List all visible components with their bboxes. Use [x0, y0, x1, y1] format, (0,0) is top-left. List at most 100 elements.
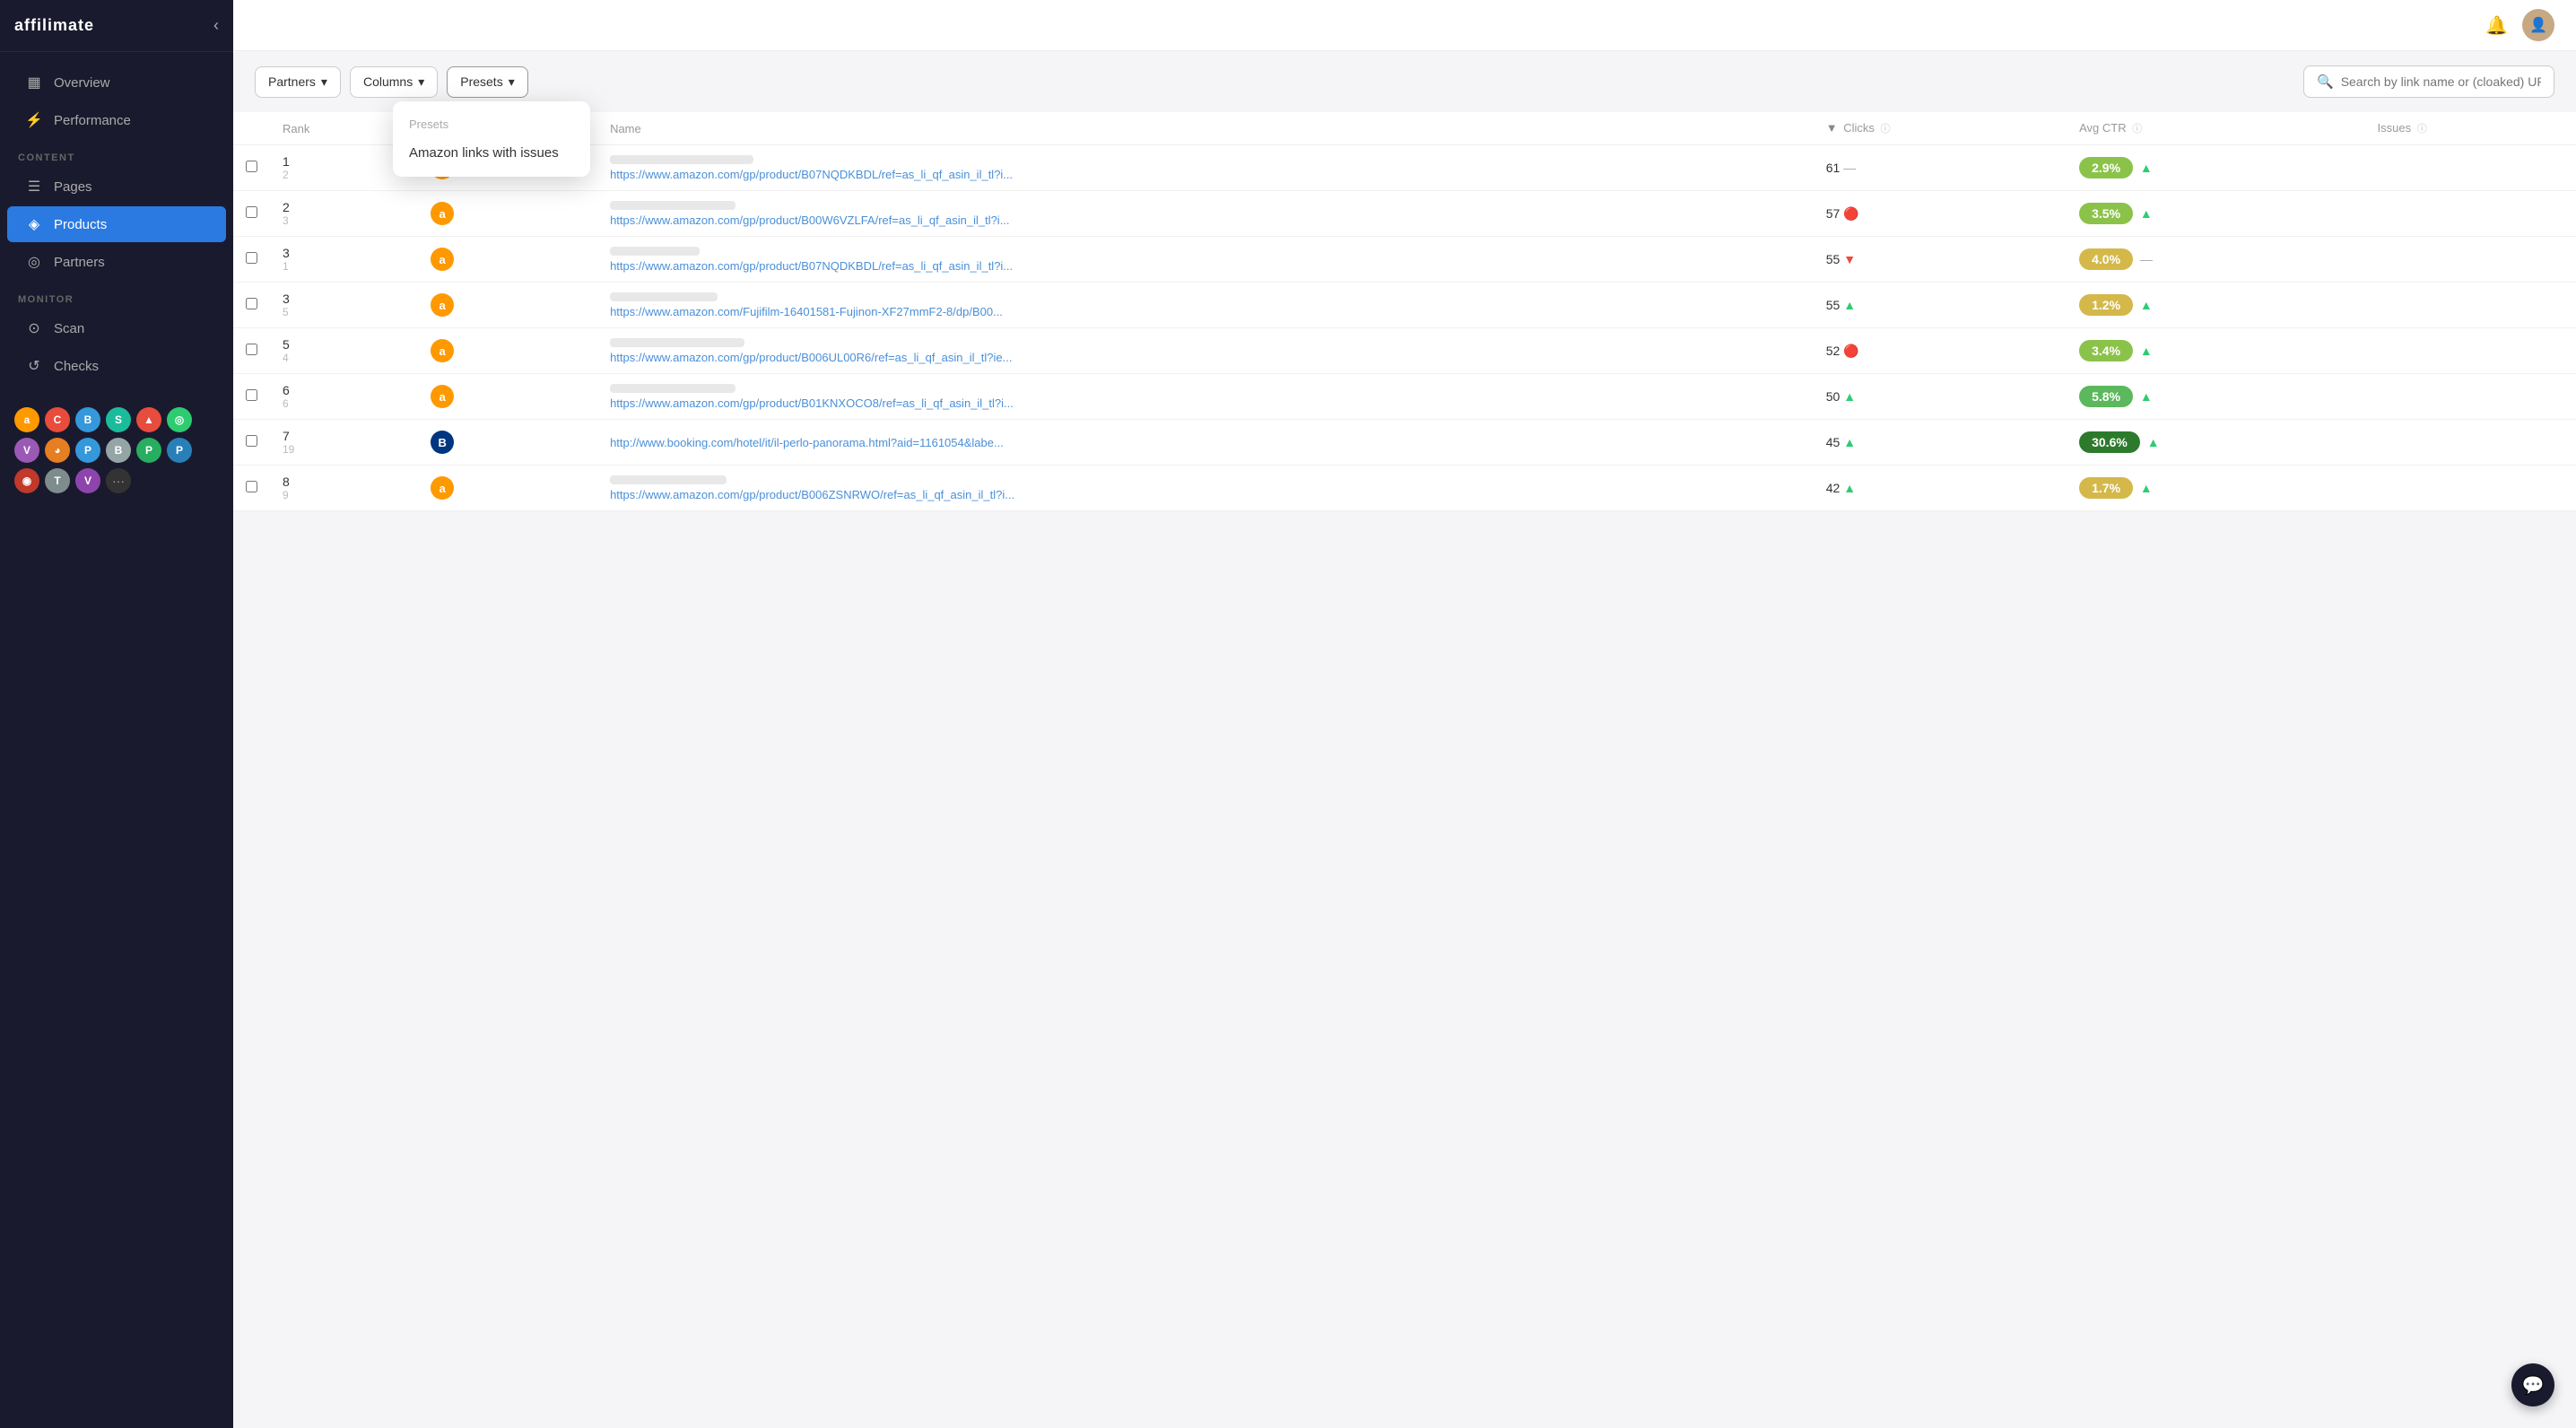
row-issues [2365, 420, 2576, 466]
row-issues [2365, 283, 2576, 328]
row-url-link[interactable]: http://www.booking.com/hotel/it/il-perlo… [610, 436, 1058, 449]
row-url-link[interactable]: https://www.amazon.com/gp/product/B006ZS… [610, 488, 1058, 501]
dropdown-item-amazon-issues[interactable]: Amazon links with issues [393, 136, 590, 170]
row-partner: a [418, 374, 597, 420]
row-ctr: 30.6% ▲ [2067, 420, 2364, 466]
partner-icon-2[interactable]: C [45, 407, 70, 432]
presets-dropdown: Presets Amazon links with issues [393, 101, 590, 177]
sidebar-item-pages[interactable]: ☰ Pages [7, 169, 226, 205]
sidebar-item-label: Overview [54, 75, 110, 91]
sidebar-item-overview[interactable]: ▦ Overview [7, 65, 226, 100]
top-bar-icons: 🔔 👤 [2485, 9, 2554, 41]
dropdown-header: Presets [393, 109, 590, 136]
sidebar-item-label: Products [54, 217, 107, 232]
sidebar-item-products[interactable]: ◈ Products [7, 206, 226, 242]
row-checkbox[interactable] [246, 252, 257, 264]
row-name-url: https://www.amazon.com/gp/product/B01KNX… [597, 374, 1814, 420]
row-clicks: 50▲ [1814, 374, 2067, 420]
row-url-link[interactable]: https://www.amazon.com/Fujifilm-16401581… [610, 305, 1058, 318]
row-checkbox[interactable] [246, 161, 257, 172]
search-input[interactable] [2341, 74, 2541, 89]
partner-icon-10[interactable]: B [106, 438, 131, 463]
row-partner: a [418, 466, 597, 511]
partners-icon: ◎ [25, 253, 43, 271]
clicks-info-icon[interactable]: ⓘ [1880, 124, 1890, 135]
partner-icon-amazon[interactable]: a [14, 407, 39, 432]
presets-button[interactable]: Presets ▾ [447, 66, 528, 98]
partner-icon-3[interactable]: B [75, 407, 100, 432]
more-partners-icon[interactable]: ··· [106, 468, 131, 493]
avg-ctr-info-icon[interactable]: ⓘ [2132, 124, 2142, 135]
collapse-button[interactable]: ‹ [213, 16, 219, 35]
sidebar-item-checks[interactable]: ↺ Checks [7, 348, 226, 384]
table-row: 7 19 B http://www.booking.com/hotel/it/i… [233, 420, 2576, 466]
partner-icon-15[interactable]: V [75, 468, 100, 493]
row-checkbox[interactable] [246, 298, 257, 309]
partners-button[interactable]: Partners ▾ [255, 66, 341, 98]
filter-icon: ▼ [1826, 121, 1838, 135]
row-clicks: 45▲ [1814, 420, 2067, 466]
sidebar-item-scan[interactable]: ⊙ Scan [7, 310, 226, 346]
row-issues [2365, 145, 2576, 191]
partner-icon-8[interactable]: ◕ [45, 438, 70, 463]
row-url-link[interactable]: https://www.amazon.com/gp/product/B00W6V… [610, 213, 1058, 227]
columns-chevron-icon: ▾ [418, 74, 424, 90]
notifications-bell-icon[interactable]: 🔔 [2485, 14, 2508, 37]
partner-icon-6[interactable]: ◎ [167, 407, 192, 432]
row-name-url: https://www.amazon.com/gp/product/B006ZS… [597, 466, 1814, 511]
row-clicks: 52🔴 [1814, 328, 2067, 374]
monitor-section-label: MONITOR [0, 282, 233, 309]
table-row: 8 9 a https://www.amazon.com/gp/product/… [233, 466, 2576, 511]
partner-icon-13[interactable]: ◉ [14, 468, 39, 493]
partner-icon-14[interactable]: T [45, 468, 70, 493]
sidebar-item-partners[interactable]: ◎ Partners [7, 244, 226, 280]
partners-button-label: Partners [268, 74, 316, 89]
chat-button[interactable]: 💬 [2511, 1363, 2554, 1406]
row-issues [2365, 466, 2576, 511]
row-ctr: 5.8% ▲ [2067, 374, 2364, 420]
row-partner: a [418, 283, 597, 328]
columns-button[interactable]: Columns ▾ [350, 66, 438, 98]
row-issues [2365, 328, 2576, 374]
partner-icon-11[interactable]: P [136, 438, 161, 463]
header-avg-ctr: Avg CTR ⓘ [2067, 112, 2364, 145]
row-rank: 6 6 [270, 374, 418, 420]
row-partner: a [418, 191, 597, 237]
partner-icon-12[interactable]: P [167, 438, 192, 463]
issues-info-icon[interactable]: ⓘ [2417, 124, 2427, 135]
avatar[interactable]: 👤 [2522, 9, 2554, 41]
row-checkbox[interactable] [246, 206, 257, 218]
row-checkbox[interactable] [246, 344, 257, 355]
row-rank: 8 9 [270, 466, 418, 511]
table-container: Partners ▾ Columns ▾ Presets ▾ Presets A… [233, 51, 2576, 1428]
row-url-link[interactable]: https://www.amazon.com/gp/product/B006UL… [610, 351, 1058, 364]
toolbar: Partners ▾ Columns ▾ Presets ▾ Presets A… [233, 51, 2576, 112]
row-clicks: 42▲ [1814, 466, 2067, 511]
row-checkbox-cell [233, 237, 270, 283]
partner-icon-9[interactable]: P [75, 438, 100, 463]
sidebar-nav: ▦ Overview ⚡ Performance CONTENT ☰ Pages… [0, 52, 233, 396]
row-ctr: 1.2% ▲ [2067, 283, 2364, 328]
row-checkbox[interactable] [246, 389, 257, 401]
row-url-link[interactable]: https://www.amazon.com/gp/product/B07NQD… [610, 168, 1058, 181]
row-clicks: 55▲ [1814, 283, 2067, 328]
partner-icon-4[interactable]: S [106, 407, 131, 432]
row-clicks: 55▼ [1814, 237, 2067, 283]
header-checkbox-cell [233, 112, 270, 145]
row-checkbox[interactable] [246, 481, 257, 492]
partner-icon-7[interactable]: V [14, 438, 39, 463]
partner-icons-grid: a C B S ▲ ◎ V ◕ P B P P ◉ T V ··· [0, 396, 233, 504]
row-issues [2365, 374, 2576, 420]
overview-icon: ▦ [25, 74, 43, 91]
row-url-link[interactable]: https://www.amazon.com/gp/product/B07NQD… [610, 259, 1058, 273]
row-rank: 7 19 [270, 420, 418, 466]
row-checkbox[interactable] [246, 435, 257, 447]
scan-icon: ⊙ [25, 319, 43, 337]
partner-icon-5[interactable]: ▲ [136, 407, 161, 432]
row-rank: 2 3 [270, 191, 418, 237]
products-icon: ◈ [25, 215, 43, 233]
row-name-url: https://www.amazon.com/Fujifilm-16401581… [597, 283, 1814, 328]
header-clicks: ▼ Clicks ⓘ [1814, 112, 2067, 145]
sidebar-item-performance[interactable]: ⚡ Performance [7, 102, 226, 138]
row-url-link[interactable]: https://www.amazon.com/gp/product/B01KNX… [610, 396, 1058, 410]
